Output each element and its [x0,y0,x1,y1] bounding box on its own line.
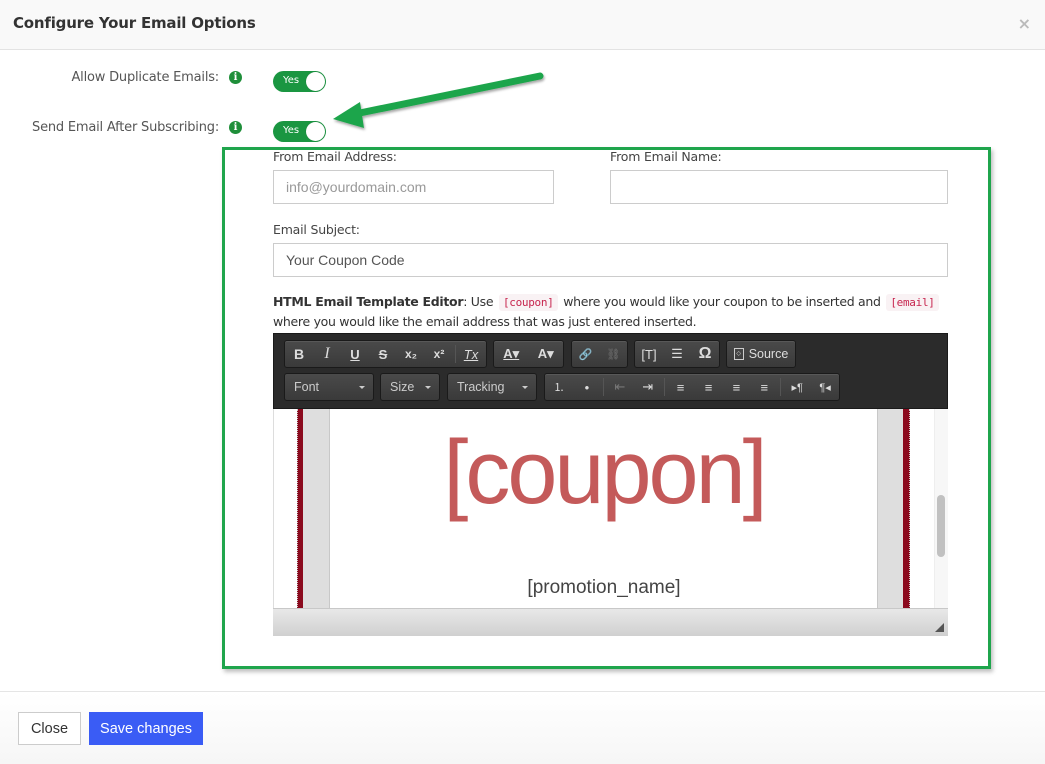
font-select[interactable]: Font [284,373,374,401]
font-select-label: Font [294,380,320,394]
source-button[interactable]: ◇ Source [727,341,795,367]
save-changes-button[interactable]: Save changes [89,712,203,745]
placeholder-field-button[interactable]: [T] [635,341,663,367]
html-email-editor: B I U S x₂ x² Tx A▾ A▾ 🔗 ⛓ [T] ☰ Ω ◇ Sou… [273,333,948,636]
basic-styles-group: B I U S x₂ x² Tx [284,340,487,368]
allow-duplicates-toggle[interactable]: Yes [273,71,326,92]
ordered-list-icon[interactable]: ⒈ [545,374,573,400]
chevron-down-icon [522,386,528,389]
underline-button[interactable]: U [341,341,369,367]
toggle-label: Yes [283,75,300,86]
right-margin [877,409,903,609]
remove-format-button[interactable]: Tx [458,341,484,367]
align-right-icon[interactable]: ≡ [722,374,750,400]
send-email-toggle[interactable]: Yes [273,121,326,142]
color-group: A▾ A▾ [493,340,564,368]
from-name-input[interactable] [610,170,948,204]
left-margin [303,409,330,609]
source-group: ◇ Source [726,340,796,368]
source-label: Source [748,347,789,361]
toggle-knob [306,122,325,141]
editor-statusbar [273,609,948,636]
modal-header: Configure Your Email Options × [0,0,1045,50]
toolbar-separator [602,378,604,396]
allow-duplicates-label: Allow Duplicate Emails: [71,70,219,85]
link-group: 🔗 ⛓ [571,340,628,368]
source-icon: ◇ [733,348,744,360]
coupon-placeholder-text: [coupon] [443,423,767,523]
horizontal-rule-icon[interactable]: ☰ [663,341,691,367]
help-title: HTML Email Template Editor [273,294,464,309]
paragraph-group: ⒈ • ⇤ ⇥ ≡ ≡ ≡ ≡ ▸¶ ¶◂ [544,373,840,401]
subscript-button[interactable]: x₂ [397,341,425,367]
superscript-button[interactable]: x² [425,341,453,367]
size-select-label: Size [390,380,415,394]
insert-group: [T] ☰ Ω [634,340,720,368]
toolbar-separator [663,378,665,396]
editor-content-area[interactable]: [coupon] [promotion_name] [273,409,948,609]
info-icon[interactable]: i [229,121,242,134]
ltr-icon[interactable]: ▸¶ [783,374,811,400]
editor-toolbar: B I U S x₂ x² Tx A▾ A▾ 🔗 ⛓ [T] ☰ Ω ◇ Sou… [273,333,948,409]
text-color-button[interactable]: A▾ [494,341,529,367]
close-button[interactable]: Close [18,712,81,745]
modal-title: Configure Your Email Options [13,14,256,32]
resize-grip-icon[interactable] [935,623,944,632]
chevron-down-icon [425,386,431,389]
toggle-knob [306,72,325,91]
toolbar-separator [455,345,456,363]
editor-scrollbar-thumb[interactable] [937,495,945,557]
align-left-icon[interactable]: ≡ [667,374,695,400]
from-name-label: From Email Name: [610,149,722,164]
info-icon[interactable]: i [229,71,242,84]
coupon-code-tag: [coupon] [498,294,558,311]
help-text-part: where you would like the email address t… [273,314,697,329]
email-code-tag: [email] [886,294,939,311]
italic-button[interactable]: I [313,341,341,367]
bg-color-button[interactable]: A▾ [529,341,564,367]
subject-label: Email Subject: [273,222,360,237]
tracking-select-label: Tracking [457,380,505,394]
link-icon[interactable]: 🔗 [572,341,600,367]
bullet-list-icon[interactable]: • [573,374,601,400]
chevron-down-icon [359,386,365,389]
help-text-part: : Use [463,294,497,309]
justify-icon[interactable]: ≡ [750,374,778,400]
toggle-label: Yes [283,125,300,136]
close-icon[interactable]: × [1018,14,1031,33]
from-address-label: From Email Address: [273,149,397,164]
subject-input[interactable] [273,243,948,277]
toolbar-separator [780,378,782,396]
indent-icon[interactable]: ⇥ [634,374,662,400]
rtl-icon[interactable]: ¶◂ [811,374,839,400]
right-gutter [903,409,910,609]
help-text-part: where you would like your coupon to be i… [559,294,885,309]
unlink-icon[interactable]: ⛓ [600,341,628,367]
from-address-input[interactable] [273,170,554,204]
bold-button[interactable]: B [285,341,313,367]
strike-button[interactable]: S [369,341,397,367]
special-char-icon[interactable]: Ω [691,341,719,367]
align-center-icon[interactable]: ≡ [695,374,723,400]
send-email-label: Send Email After Subscribing: [32,120,219,135]
outdent-icon[interactable]: ⇤ [606,374,634,400]
modal-footer: Close Save changes [0,691,1045,764]
size-select[interactable]: Size [380,373,440,401]
editor-help-text: HTML Email Template Editor: Use [coupon]… [273,292,953,331]
tracking-select[interactable]: Tracking [447,373,537,401]
promotion-name-text: [promotion_name] [527,577,681,598]
